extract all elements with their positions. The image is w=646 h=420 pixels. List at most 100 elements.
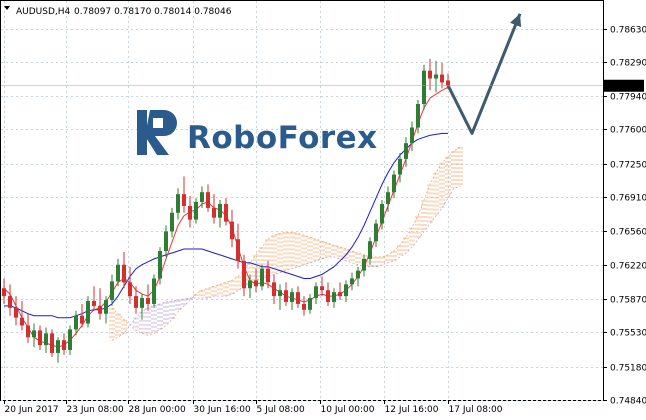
candle-bull [158,251,162,279]
candle-bull [86,301,90,324]
candle-bull [404,143,408,159]
time-label: 5 Jul 08:00 [257,405,306,415]
candle-bull [74,315,78,330]
candle-bear [182,194,186,206]
candle-bull [368,241,372,259]
chart-header: AUDUSD,H4 0.78097 0.78170 0.78014 0.7804… [4,6,232,17]
candle-bear [242,260,246,289]
candle-bull [416,103,420,128]
candle-bear [134,296,138,308]
candle-bear [224,203,228,222]
ichimoku-cloud [109,146,463,341]
time-axis: 20 Jun 2017 23 Jun 08:00 28 Jun 00:00 30 Ju… [4,400,503,415]
price-label: 0.77250 [610,161,646,171]
price-axis: 0.78630 0.78290 0.77940 0.77600 0.77250 0.769… [1,26,646,407]
candle-bear [98,305,102,314]
forecast-arrow-path [446,13,522,135]
candle-bull [386,192,390,204]
candle-bear [206,192,210,208]
time-label: 23 Jun 08:00 [67,405,124,415]
candle-bull [56,340,60,353]
candle-bull [152,278,156,304]
price-label: 0.75180 [610,364,646,374]
candle-bull [332,292,336,302]
candle-bull [344,284,348,297]
candle-bull [398,158,402,175]
candle-bull [380,203,384,224]
candle-bull [422,70,426,104]
candle-bull [176,194,180,213]
time-label: 28 Jun 00:00 [129,405,186,415]
current-price-label: 0.78046 [607,82,644,92]
candle-bull [200,192,204,202]
price-label: 0.75530 [610,329,646,339]
candle-bull [194,202,198,220]
candle-bull [68,329,72,351]
price-chart[interactable]: RoboForex 0.786300.782900.779400.776000.… [0,0,646,420]
candle-bear [122,264,126,283]
candles [2,58,450,363]
candle-bull [362,258,366,271]
candle-bear [284,290,288,302]
candle-bull [116,264,120,282]
candle-bear [272,282,276,297]
candle-bull [410,127,414,144]
chart-window[interactable]: RoboForex 0.78630 0.78290 0.77940 0.77600 0.… [0,0,646,420]
price-label: 0.76560 [610,228,646,238]
grid [0,0,604,401]
time-label: 12 Jul 16:00 [385,405,439,415]
candle-bull [314,286,318,299]
candle-bear [254,280,258,287]
candle-bull [278,290,282,297]
candle-bear [338,292,342,297]
candle-bull [140,298,144,308]
forecast-arrow [446,13,522,135]
candle-bull [170,212,174,232]
symbol-label: AUDUSD,H4 [16,7,71,17]
candle-bear [38,330,42,346]
candle-bull [290,292,294,302]
candle-bull [260,268,264,287]
roboforex-logo: RoboForex [137,110,378,156]
price-label: 0.76910 [610,194,646,204]
price-label: 0.78290 [610,59,646,69]
candle-bull [44,333,48,346]
price-label: 0.75870 [610,296,646,306]
time-label: 20 Jun 2017 [5,405,59,415]
candle-bear [26,325,30,338]
candle-bear [440,74,444,83]
candle-bull [104,300,108,314]
price-label: 0.74840 [610,397,646,407]
time-label: 17 Jul 08:00 [449,405,503,415]
candle-bear [8,296,12,308]
candle-bear [50,333,54,353]
logo-text: RoboForex [187,120,378,156]
candle-bull [110,281,114,301]
candle-bull [218,203,222,218]
price-label: 0.76220 [610,262,646,272]
candle-bull [164,231,168,252]
candle-bear [446,80,450,86]
candle-bear [266,268,270,283]
candle-bear [14,307,18,318]
candle-bear [92,301,96,306]
candle-bear [320,286,324,291]
candle-bear [302,303,306,310]
candle-bear [230,221,234,240]
candle-bull [434,74,438,79]
candle-bear [212,207,216,218]
price-label: 0.78630 [610,26,646,36]
candle-bull [350,278,354,285]
candle-bull [356,270,360,279]
price-label: 0.77940 [610,93,646,103]
candle-bear [80,315,84,324]
candle-bull [32,330,36,338]
candle-bear [296,292,300,304]
plot-frame [0,0,604,401]
candle-bear [128,282,132,297]
ohlc-values: 0.78097 0.78170 0.78014 0.78046 [74,7,232,17]
candle-bear [326,290,330,302]
time-label: 10 Jul 00:00 [321,405,375,415]
candle-bear [20,317,24,326]
candle-bull [248,280,252,289]
